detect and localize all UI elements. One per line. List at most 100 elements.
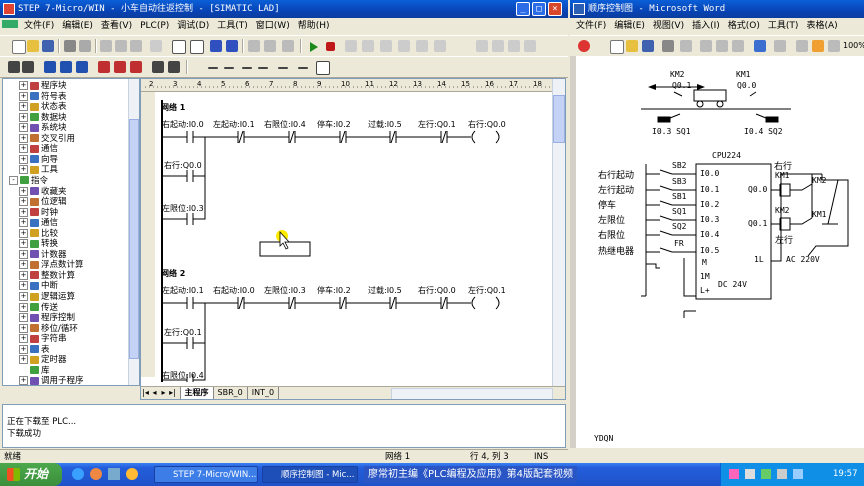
tray-volume-icon[interactable] (777, 469, 787, 479)
word-paste-icon[interactable] (732, 40, 744, 52)
menu-window[interactable]: 窗口(W) (252, 18, 294, 34)
tray-icon-3[interactable] (761, 469, 771, 479)
toggle-bookmark-icon[interactable] (44, 61, 56, 73)
chrome-icon[interactable] (578, 40, 590, 52)
tree-item[interactable]: + 定时器 (19, 355, 67, 366)
tab-sbr0[interactable]: SBR_0 (214, 387, 248, 399)
tree-item[interactable]: + 工具 (19, 165, 58, 176)
expand-icon[interactable]: + (19, 313, 28, 323)
unforce-icon[interactable] (434, 40, 446, 52)
expand-icon[interactable]: + (19, 376, 28, 385)
tab-nav-first[interactable]: |◂ (141, 387, 150, 399)
word-undo-icon[interactable] (754, 40, 766, 52)
sort-asc-icon[interactable] (248, 40, 260, 52)
menu-tools[interactable]: 工具(T) (213, 18, 252, 34)
sort-desc-icon[interactable] (264, 40, 276, 52)
quicklaunch-ie-icon[interactable] (72, 468, 84, 480)
expand-icon[interactable]: + (19, 154, 28, 164)
tree-item[interactable]: + 调用子程序 (19, 376, 84, 385)
tray-clock[interactable]: 19:57 (833, 463, 858, 486)
word-copy-icon[interactable] (716, 40, 728, 52)
tree-scrollbar[interactable] (128, 79, 139, 385)
expand-icon[interactable]: + (19, 334, 28, 344)
expand-icon[interactable]: + (19, 112, 28, 122)
remove-all-bookmarks-icon[interactable] (114, 61, 126, 73)
lock-icon[interactable] (476, 40, 488, 52)
delete-network-icon[interactable] (22, 61, 34, 73)
expand-icon[interactable]: + (19, 207, 28, 217)
word-zoom[interactable]: 100% (843, 39, 864, 53)
tab-nav-next[interactable]: ▸ (159, 387, 168, 399)
tree-item[interactable]: + 计数器 (19, 249, 67, 261)
download-icon[interactable] (226, 40, 238, 52)
print-icon[interactable] (64, 40, 76, 52)
word-menu-edit[interactable]: 编辑(E) (610, 18, 649, 34)
word-table-icon[interactable] (796, 40, 808, 52)
expand-icon[interactable]: + (19, 102, 28, 112)
undo-icon[interactable] (150, 40, 162, 52)
taskbar-item-word[interactable]: 顺序控制图 - Mic... (262, 466, 358, 483)
expand-icon[interactable]: + (19, 144, 28, 154)
tree-item[interactable]: + 位逻辑 (19, 197, 67, 208)
word-new-icon[interactable] (610, 40, 624, 54)
word-menu-view[interactable]: 视图(V) (649, 18, 688, 34)
close-button[interactable]: × (548, 2, 562, 16)
tree-item[interactable]: + 字符串 (19, 334, 67, 345)
word-highlight-icon[interactable] (812, 40, 824, 52)
word-menu-table[interactable]: 表格(A) (802, 18, 841, 34)
tree-item[interactable]: + 数据块 (19, 112, 67, 124)
tree-item[interactable]: + 向导 (19, 154, 58, 166)
cut-icon[interactable] (100, 40, 112, 52)
line-left-icon[interactable] (242, 67, 252, 69)
expand-icon[interactable]: + (19, 81, 28, 90)
paste-icon[interactable] (130, 40, 142, 52)
word-menu-tools[interactable]: 工具(T) (764, 18, 803, 34)
word-redo-icon[interactable] (774, 40, 786, 52)
tab-nav-last[interactable]: ▸| (168, 387, 177, 399)
symbol-table-icon[interactable] (152, 61, 164, 73)
word-save-icon[interactable] (642, 40, 654, 52)
clear-icon[interactable] (130, 61, 142, 73)
word-spell-icon[interactable] (680, 40, 692, 52)
compile-icon[interactable] (172, 40, 186, 54)
expand-icon[interactable]: + (19, 323, 28, 333)
line-right-icon[interactable] (258, 67, 268, 69)
save-icon[interactable] (42, 40, 54, 52)
expand-icon[interactable]: + (19, 239, 28, 249)
tree-scroll-thumb[interactable] (129, 119, 139, 359)
tab-int0[interactable]: INT_0 (248, 387, 280, 399)
tree-item[interactable]: + 转换 (19, 239, 58, 250)
tree-item[interactable]: + 中断 (19, 281, 58, 292)
word-titlebar[interactable]: 顺序控制图 - Microsoft Word (570, 0, 864, 18)
expand-icon[interactable]: + (19, 186, 28, 196)
word-print-icon[interactable] (662, 40, 674, 52)
start-button[interactable]: 开始 (0, 463, 62, 486)
tree-item[interactable]: + 比较 (19, 228, 58, 240)
copy-icon[interactable] (115, 40, 127, 52)
force-icon[interactable] (416, 40, 428, 52)
open-icon[interactable] (27, 40, 39, 52)
unlock-icon[interactable] (492, 40, 504, 52)
line-down-icon[interactable] (208, 67, 218, 69)
tree-item[interactable]: + 交叉引用 (19, 133, 75, 145)
collapse-icon[interactable]: - (9, 175, 18, 185)
read-all-icon[interactable] (508, 40, 520, 52)
trend-icon[interactable] (380, 40, 392, 52)
word-columns-icon[interactable] (828, 40, 840, 52)
quicklaunch-desktop-icon[interactable] (108, 468, 120, 480)
menu-plc[interactable]: PLC(P) (136, 18, 173, 34)
tree-item[interactable]: + 收藏夹 (19, 186, 67, 198)
tray-icon-1[interactable] (729, 469, 739, 479)
expand-icon[interactable]: + (19, 270, 28, 280)
new-icon[interactable] (12, 40, 26, 54)
expand-icon[interactable]: + (19, 344, 28, 354)
output-window[interactable]: 正在下载至 PLC... 下载成功 (2, 404, 566, 448)
instruction-tree[interactable]: + 程序块 + 符号表 + 状态表 + 数据块 + 系统块 + 交叉引用 + 通信 + 向导 + 工具 - 指令 + 收藏… (2, 78, 140, 386)
insert-network-icon[interactable] (8, 61, 20, 73)
word-menu-insert[interactable]: 插入(I) (688, 18, 724, 34)
menu-edit[interactable]: 编辑(E) (58, 18, 97, 34)
contact-icon[interactable] (278, 67, 288, 69)
coil-icon[interactable] (298, 67, 308, 69)
menu-help[interactable]: 帮助(H) (294, 18, 334, 34)
word-open-icon[interactable] (626, 40, 638, 52)
